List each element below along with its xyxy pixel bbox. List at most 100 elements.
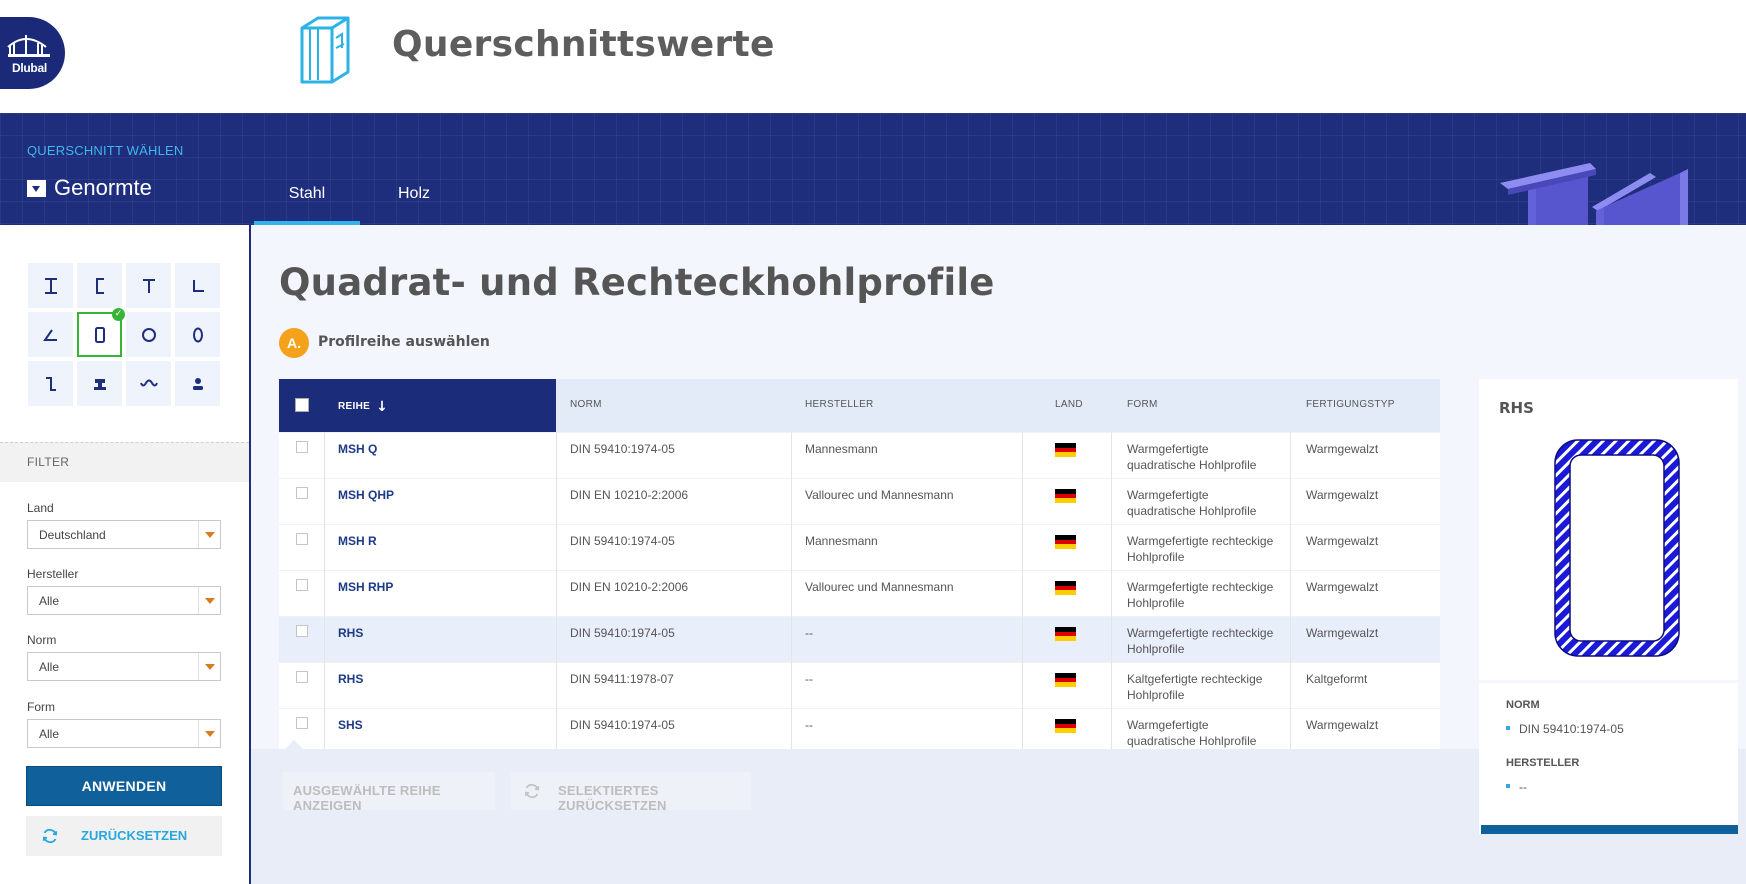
column-header-hersteller[interactable]: HERSTELLER xyxy=(805,399,874,410)
shape-rail-section[interactable] xyxy=(77,361,122,406)
column-header-land[interactable]: LAND xyxy=(1055,399,1083,410)
detail-hersteller-value: -- xyxy=(1506,780,1527,794)
chevron-down-icon xyxy=(198,720,220,747)
row-checkbox[interactable] xyxy=(296,625,308,637)
shape-z-section[interactable] xyxy=(28,361,73,406)
row-checkbox[interactable] xyxy=(296,441,308,453)
bulb-section-icon xyxy=(192,377,203,390)
tab-stahl[interactable]: Stahl xyxy=(254,163,360,225)
column-header-form[interactable]: FORM xyxy=(1127,399,1158,410)
select-all-checkbox[interactable] xyxy=(295,398,309,412)
shape-circular-hollow[interactable] xyxy=(126,312,171,357)
cell-reihe[interactable]: MSH QHP xyxy=(338,487,394,503)
cell-norm: DIN 59410:1974-05 xyxy=(570,442,675,456)
cell-reihe[interactable]: MSH Q xyxy=(338,441,377,457)
filter-norm-value: Alle xyxy=(39,660,60,674)
reset-selection-label: SELEKTIERTES ZURÜCKSETZEN xyxy=(558,783,667,813)
filter-form-select[interactable]: Alle xyxy=(27,719,221,748)
shape-unequal-angle[interactable] xyxy=(28,312,73,357)
cell-reihe[interactable]: MSH RHP xyxy=(338,579,393,595)
filter-land-label: Land xyxy=(27,501,54,515)
table-row[interactable]: RHS DIN 59411:1978-07 -- Kaltgefertigte rec… xyxy=(279,662,1440,708)
germany-flag-icon xyxy=(1055,489,1076,503)
column-divider xyxy=(791,432,792,800)
chevron-down-icon xyxy=(198,521,220,548)
cell-reihe[interactable]: MSH R xyxy=(338,533,377,549)
shape-sheet-pile[interactable] xyxy=(126,361,171,406)
section-type-dropdown[interactable]: Genormte xyxy=(27,175,152,201)
cell-hersteller: -- xyxy=(805,672,813,686)
cell-fertigungstyp: Warmgewalzt xyxy=(1306,488,1379,502)
logo-text: Dlubal xyxy=(12,61,47,75)
app-title: Querschnittswerte xyxy=(392,24,775,65)
table-row[interactable]: RHS DIN 59410:1974-05 -- Warmgefertigte rec… xyxy=(279,616,1440,662)
row-checkbox[interactable] xyxy=(296,533,308,545)
detail-footer-bar xyxy=(1481,825,1738,834)
shape-channel-section[interactable] xyxy=(77,263,122,308)
row-checkbox[interactable] xyxy=(296,579,308,591)
shape-rectangular-hollow[interactable]: ✓ xyxy=(77,308,125,357)
column-header-fertigungstyp[interactable]: FERTIGUNGSTYP xyxy=(1306,399,1395,410)
cell-fertigungstyp: Warmgewalzt xyxy=(1306,718,1379,732)
unequal-angle-icon xyxy=(42,328,57,341)
filter-norm-label: Norm xyxy=(27,633,57,647)
app-header: Dlubal Querschnittswerte xyxy=(0,0,1746,113)
section-type-value: Genormte xyxy=(54,175,152,200)
filter-hersteller-select[interactable]: Alle xyxy=(27,586,221,615)
germany-flag-icon xyxy=(1055,443,1076,457)
column-divider xyxy=(1022,432,1023,800)
angle-section-icon xyxy=(192,279,204,292)
z-section-icon xyxy=(45,376,56,391)
reihe-header-cell[interactable] xyxy=(279,379,556,432)
column-header-norm[interactable]: NORM xyxy=(570,399,602,410)
show-selected-series-button[interactable]: AUSGEWÄHLTE REIHE ANZEIGEN xyxy=(283,772,495,813)
table-row[interactable]: MSH R DIN 59410:1974-05 Mannesmann Warmgefe… xyxy=(279,524,1440,570)
bullet-icon xyxy=(1506,784,1510,788)
row-checkbox[interactable] xyxy=(296,671,308,683)
germany-flag-icon xyxy=(1055,581,1076,595)
refresh-icon xyxy=(42,828,58,844)
cell-fertigungstyp: Warmgewalzt xyxy=(1306,580,1379,594)
reset-filter-button[interactable]: ZURÜCKSETZEN xyxy=(26,816,222,856)
row-checkbox[interactable] xyxy=(296,717,308,729)
tab-holz[interactable]: Holz xyxy=(372,163,456,225)
dlubal-logo[interactable]: Dlubal xyxy=(0,17,65,89)
cell-norm: DIN 59410:1974-05 xyxy=(570,718,675,732)
shape-i-section[interactable] xyxy=(28,263,73,308)
row-checkbox[interactable] xyxy=(296,487,308,499)
selected-check-icon: ✓ xyxy=(112,308,125,321)
cell-form: Warmgefertigte quadratische Hohlprofile xyxy=(1127,442,1257,472)
t-section-icon xyxy=(142,278,155,293)
cell-reihe[interactable]: RHS xyxy=(338,671,363,687)
filter-norm-select[interactable]: Alle xyxy=(27,652,221,681)
table-row[interactable]: SHS DIN 59410:1974-05 -- Warmgefertigte qua… xyxy=(279,708,1440,754)
germany-flag-icon xyxy=(1055,673,1076,687)
column-divider xyxy=(324,432,325,800)
chevron-down-icon xyxy=(198,587,220,614)
refresh-icon xyxy=(524,783,540,799)
cell-hersteller: Mannesmann xyxy=(805,442,878,456)
table-row[interactable]: MSH QHP DIN EN 10210-2:2006 Vallourec und … xyxy=(279,478,1440,524)
table-row[interactable]: MSH RHP DIN EN 10210-2:2006 Vallourec und … xyxy=(279,570,1440,616)
filter-land-select[interactable]: Deutschland xyxy=(27,520,221,549)
cell-reihe[interactable]: SHS xyxy=(338,717,363,733)
detail-divider xyxy=(1479,680,1738,683)
cell-reihe[interactable]: RHS xyxy=(338,625,363,641)
cell-fertigungstyp: Warmgewalzt xyxy=(1306,442,1379,456)
column-header-reihe[interactable]: REIHE ↓ xyxy=(338,399,388,415)
rail-section-icon xyxy=(93,378,106,390)
germany-flag-icon xyxy=(1055,627,1076,641)
shape-t-section[interactable] xyxy=(126,263,171,308)
reset-selection-button[interactable]: SELEKTIERTES ZURÜCKSETZEN xyxy=(511,772,751,813)
table-row[interactable]: MSH Q DIN 59410:1974-05 Mannesmann Warmgefe… xyxy=(279,432,1440,478)
apply-filter-button[interactable]: ANWENDEN xyxy=(26,766,222,806)
cell-form: Warmgefertigte rechteckige Hohlprofile xyxy=(1127,580,1274,610)
table-body: MSH Q DIN 59410:1974-05 Mannesmann Warmgefe… xyxy=(279,432,1440,800)
rhs-cross-section-icon xyxy=(1554,439,1680,657)
shape-bulb-section[interactable] xyxy=(175,361,220,406)
cell-form: Warmgefertigte rechteckige Hohlprofile xyxy=(1127,626,1274,656)
shape-angle-section[interactable] xyxy=(175,263,220,308)
filter-land-value: Deutschland xyxy=(39,528,106,542)
column-divider xyxy=(556,432,557,800)
shape-oval-hollow[interactable] xyxy=(175,312,220,357)
